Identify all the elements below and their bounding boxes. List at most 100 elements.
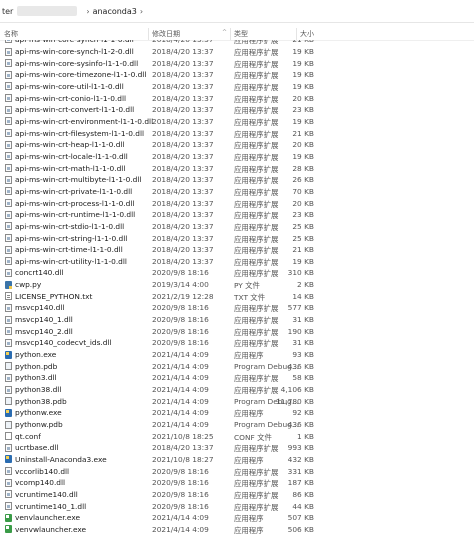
- file-name: msvcp140.dll: [15, 303, 65, 313]
- file-type: 应用程序扩展: [234, 316, 279, 326]
- dll-file-icon: [5, 210, 12, 219]
- file-row[interactable]: ucrtbase.dll 2018/4/20 13:37 应用程序扩展 993 KB: [0, 442, 474, 454]
- file-row[interactable]: Uninstall-Anaconda3.exe 2021/10/8 18:27 应用…: [0, 454, 474, 466]
- file-row[interactable]: api-ms-win-core-timezone-l1-1-0.dll 2018/…: [0, 69, 474, 81]
- file-row[interactable]: api-ms-win-crt-math-l1-1-0.dll 2018/4/20 …: [0, 163, 474, 175]
- breadcrumb-chevron-icon[interactable]: ›: [86, 7, 89, 16]
- file-type: 应用程序: [234, 525, 264, 535]
- file-size: 20 KB: [292, 198, 314, 208]
- file-row[interactable]: msvcp140.dll 2020/9/8 18:16 应用程序扩展 577 KB: [0, 302, 474, 314]
- file-row[interactable]: venvlauncher.exe 2021/4/14 4:09 应用程序 507 KB: [0, 512, 474, 524]
- file-row[interactable]: msvcp140_1.dll 2020/9/8 18:16 应用程序扩展 31 KB: [0, 314, 474, 326]
- file-row[interactable]: api-ms-win-crt-stdio-l1-1-0.dll 2018/4/20…: [0, 221, 474, 233]
- file-date: 2018/4/20 13:37: [152, 210, 214, 220]
- file-type: 应用程序: [234, 409, 264, 419]
- file-row[interactable]: api-ms-win-core-sysinfo-l1-1-0.dll 2018/4…: [0, 58, 474, 70]
- file-date: 2018/4/20 13:37: [152, 70, 214, 80]
- breadcrumb-chevron-icon[interactable]: ›: [140, 7, 143, 16]
- exe-file-icon: [5, 350, 12, 359]
- file-row[interactable]: api-ms-win-crt-utility-l1-1-0.dll 2018/4/…: [0, 256, 474, 268]
- file-name: Uninstall-Anaconda3.exe: [15, 454, 107, 464]
- file-row[interactable]: api-ms-win-crt-locale-l1-1-0.dll 2018/4/2…: [0, 151, 474, 163]
- file-row[interactable]: python38.pdb 2021/4/14 4:09 Program Debug.…: [0, 396, 474, 408]
- dll-file-icon: [5, 82, 12, 91]
- file-row[interactable]: python.pdb 2021/4/14 4:09 Program Debug...…: [0, 361, 474, 373]
- column-divider[interactable]: [148, 28, 149, 40]
- file-size: 19 KB: [292, 70, 314, 80]
- file-row[interactable]: vcruntime140_1.dll 2020/9/8 18:16 应用程序扩展 44…: [0, 501, 474, 513]
- dll-file-icon: [5, 502, 12, 511]
- file-list: api-ms-win-core-synch-l1-1-0.dll 2018/4/2…: [0, 40, 474, 536]
- file-row[interactable]: msvcp140_2.dll 2020/9/8 18:16 应用程序扩展 190 KB: [0, 326, 474, 338]
- column-header-size[interactable]: 大小: [300, 29, 314, 39]
- file-date: 2020/9/8 18:16: [152, 303, 209, 313]
- file-row[interactable]: api-ms-win-crt-convert-l1-1-0.dll 2018/4/…: [0, 104, 474, 116]
- file-size: 20 KB: [292, 93, 314, 103]
- file-type: 应用程序扩展: [234, 117, 279, 127]
- file-row[interactable]: venvwlauncher.exe 2021/4/14 4:09 应用程序 506 K…: [0, 524, 474, 536]
- file-name: cwp.py: [15, 280, 42, 290]
- file-date: 2021/4/14 4:09: [152, 513, 209, 523]
- file-size: 26 KB: [292, 175, 314, 185]
- file-type: PY 文件: [234, 281, 260, 291]
- dll-file-icon: [5, 140, 12, 149]
- file-size: 21 KB: [292, 40, 314, 44]
- file-type: 应用程序扩展: [234, 234, 279, 244]
- file-size: 20 KB: [292, 140, 314, 150]
- file-type: 应用程序扩展: [234, 304, 279, 314]
- file-row[interactable]: concrt140.dll 2020/9/8 18:16 应用程序扩展 310 KB: [0, 267, 474, 279]
- file-name: api-ms-win-core-util-l1-1-0.dll: [15, 81, 124, 91]
- file-type: 应用程序扩展: [234, 479, 279, 489]
- pdb-file-icon: [5, 362, 12, 371]
- file-row[interactable]: api-ms-win-crt-runtime-l1-1-0.dll 2018/4/…: [0, 209, 474, 221]
- file-row[interactable]: python3.dll 2021/4/14 4:09 应用程序扩展 58 KB: [0, 372, 474, 384]
- file-row[interactable]: vccorlib140.dll 2020/9/8 18:16 应用程序扩展 331 K…: [0, 466, 474, 478]
- file-date: 2018/4/20 13:37: [152, 256, 214, 266]
- file-size: 507 KB: [287, 513, 314, 523]
- file-row[interactable]: api-ms-win-crt-conio-l1-1-0.dll 2018/4/20…: [0, 93, 474, 105]
- file-row[interactable]: pythonw.pdb 2021/4/14 4:09 Program Debug..…: [0, 419, 474, 431]
- column-divider[interactable]: [296, 28, 297, 40]
- column-header-date[interactable]: 修改日期: [152, 29, 180, 39]
- file-row[interactable]: api-ms-win-core-synch-l1-2-0.dll 2018/4/2…: [0, 46, 474, 58]
- dll-file-icon: [5, 175, 12, 184]
- file-row[interactable]: api-ms-win-crt-filesystem-l1-1-0.dll 2018…: [0, 128, 474, 140]
- file-row[interactable]: api-ms-win-crt-multibyte-l1-1-0.dll 2018/…: [0, 174, 474, 186]
- file-date: 2018/4/20 13:37: [152, 140, 214, 150]
- file-size: 577 KB: [287, 303, 314, 313]
- venv-exe-icon: [5, 525, 12, 534]
- column-divider[interactable]: [230, 28, 231, 40]
- dll-file-icon: [5, 268, 12, 277]
- file-type: 应用程序扩展: [234, 152, 279, 162]
- file-row[interactable]: api-ms-win-crt-private-l1-1-0.dll 2018/4/…: [0, 186, 474, 198]
- file-size: 1 KB: [297, 431, 314, 441]
- column-header-type[interactable]: 类型: [234, 29, 248, 39]
- file-row[interactable]: api-ms-win-crt-time-l1-1-0.dll 2018/4/20 …: [0, 244, 474, 256]
- file-name: api-ms-win-crt-filesystem-l1-1-0.dll: [15, 128, 145, 138]
- dll-file-icon: [5, 257, 12, 266]
- file-date: 2020/9/8 18:16: [152, 326, 209, 336]
- file-size: 436 KB: [287, 420, 314, 429]
- file-row[interactable]: msvcp140_codecvt_ids.dll 2020/9/8 18:16 应用…: [0, 337, 474, 349]
- file-row[interactable]: cwp.py 2019/3/14 4:00 PY 文件 2 KB: [0, 279, 474, 291]
- file-size: 19 KB: [292, 47, 314, 56]
- file-row[interactable]: api-ms-win-core-util-l1-1-0.dll 2018/4/20…: [0, 81, 474, 93]
- address-segment-folder[interactable]: anaconda3: [93, 7, 137, 16]
- file-row[interactable]: vcomp140.dll 2020/9/8 18:16 应用程序扩展 187 KB: [0, 477, 474, 489]
- file-date: 2020/9/8 18:16: [152, 466, 209, 476]
- file-row[interactable]: LICENSE_PYTHON.txt 2021/2/19 12:28 TXT 文件 1…: [0, 291, 474, 303]
- file-row[interactable]: api-ms-win-crt-environment-l1-1-0.dll 201…: [0, 116, 474, 128]
- address-bar[interactable]: ter › anaconda3 ›: [0, 0, 474, 23]
- file-row[interactable]: pythonw.exe 2021/4/14 4:09 应用程序 92 KB: [0, 407, 474, 419]
- file-row[interactable]: api-ms-win-crt-string-l1-1-0.dll 2018/4/2…: [0, 233, 474, 245]
- file-row[interactable]: qt.conf 2021/10/8 18:25 CONF 文件 1 KB: [0, 431, 474, 443]
- file-row[interactable]: python38.dll 2021/4/14 4:09 应用程序扩展 4,106 KB: [0, 384, 474, 396]
- file-row[interactable]: api-ms-win-crt-process-l1-1-0.dll 2018/4/…: [0, 198, 474, 210]
- address-segment-root[interactable]: ter: [0, 7, 13, 16]
- dll-file-icon: [5, 234, 12, 242]
- file-row[interactable]: python.exe 2021/4/14 4:09 应用程序 93 KB: [0, 349, 474, 361]
- file-row[interactable]: api-ms-win-crt-heap-l1-1-0.dll 2018/4/20 …: [0, 139, 474, 151]
- file-size: 4,106 KB: [280, 385, 314, 395]
- file-row[interactable]: vcruntime140.dll 2020/9/8 18:16 应用程序扩展 86 K…: [0, 489, 474, 501]
- column-header-name[interactable]: 名称: [4, 29, 18, 39]
